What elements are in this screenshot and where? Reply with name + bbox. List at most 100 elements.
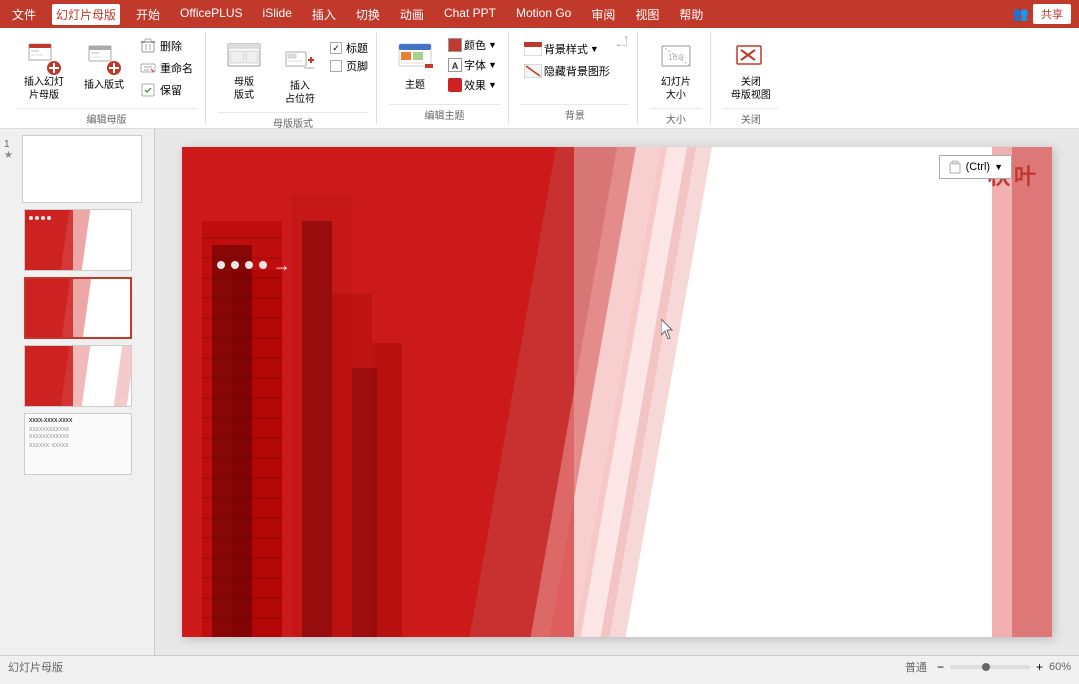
share-button[interactable]: 共享 (1033, 4, 1071, 24)
color-swatch (448, 38, 462, 52)
dot-1 (217, 261, 225, 269)
status-slide-info: 幻灯片母版 (8, 659, 63, 675)
zoom-controls: − + 60% (935, 660, 1071, 674)
cursor (661, 319, 677, 339)
theme-icon (397, 40, 433, 76)
color-row[interactable]: 颜色 ▼ (445, 36, 500, 54)
bg-style-dropdown: ▼ (590, 44, 599, 54)
ribbon-group-edit-master-inner: 插入幻灯片母版 插入 (16, 32, 197, 106)
tab-islide[interactable]: iSlide (259, 4, 296, 25)
effect-row[interactable]: 效果 ▼ (445, 76, 500, 94)
close-master-icon (733, 40, 769, 76)
slide-img-3[interactable] (24, 277, 132, 339)
title-checkbox[interactable] (330, 42, 342, 54)
background-group-label: 背景 (521, 104, 629, 124)
font-swatch: A (448, 58, 462, 72)
tab-home[interactable]: 开始 (132, 4, 164, 25)
tab-slidemaster[interactable]: 幻灯片母版 (52, 4, 120, 25)
insert-layout-button[interactable]: 插入版式 (76, 36, 132, 95)
slide-img-1[interactable] (22, 135, 142, 203)
slide-canvas[interactable]: → 秋叶 (Ctrl) ▼ (182, 147, 1052, 637)
delete-icon (140, 38, 156, 54)
rename-icon (140, 60, 156, 76)
footer-check[interactable]: 页脚 (330, 58, 368, 74)
slide-size-button[interactable]: 16:9 幻灯片大小 (650, 36, 702, 106)
ribbon: 插入幻灯片母版 插入 (0, 28, 1079, 129)
canvas-area: → 秋叶 (Ctrl) ▼ (155, 129, 1079, 655)
ribbon-group-size-inner: 16:9 幻灯片大小 (650, 32, 702, 106)
ribbon-content: 插入幻灯片母版 插入 (0, 28, 1079, 128)
status-bar: 幻灯片母版 普通 − + 60% (0, 655, 1079, 677)
cursor-icon (661, 319, 677, 339)
footer-check-label: 页脚 (346, 58, 368, 74)
tab-motiongo[interactable]: Motion Go (512, 4, 575, 25)
paste-dropdown-icon: ▼ (994, 162, 1003, 172)
tab-review[interactable]: 审阅 (587, 4, 619, 25)
delete-label: 删除 (160, 38, 182, 54)
title-check-label: 标题 (346, 40, 368, 56)
insert-slide-master-button[interactable]: 插入幻灯片母版 (16, 36, 72, 106)
tab-officeplus[interactable]: OfficePLUS (176, 4, 246, 25)
slide-thumb-1: 1 ★ (4, 135, 150, 203)
tab-file[interactable]: 文件 (8, 4, 40, 25)
edit-master-right: 删除 重命名 (136, 36, 197, 100)
zoom-out-button[interactable]: − (935, 660, 946, 674)
hide-bg-row[interactable]: 隐藏背景图形 (521, 62, 613, 80)
footer-checkbox[interactable] (330, 60, 342, 72)
tab-help[interactable]: 帮助 (675, 4, 707, 25)
color-label: 颜色 (464, 37, 486, 53)
background-expander[interactable] (617, 36, 629, 46)
background-btns: 背景样式 ▼ 隐藏背景图形 (521, 36, 613, 80)
edit-theme-group-label: 编辑主题 (389, 104, 500, 124)
size-group-label: 大小 (650, 108, 702, 128)
insert-layout-icon (86, 40, 122, 76)
title-check[interactable]: 标题 (330, 40, 368, 56)
tab-animation[interactable]: 动画 (396, 4, 428, 25)
tab-view[interactable]: 视图 (631, 4, 663, 25)
delete-button[interactable]: 删除 (136, 36, 197, 56)
ribbon-group-master-layout-inner: 母版版式 插入占位符 (218, 32, 368, 110)
paste-label: (Ctrl) (966, 161, 990, 173)
zoom-slider-track[interactable] (950, 665, 1030, 669)
insert-layout-label: 插入版式 (84, 76, 124, 91)
close-master-button[interactable]: 关闭母版视图 (723, 36, 779, 106)
font-row[interactable]: A 字体 ▼ (445, 56, 500, 74)
dot-4 (259, 261, 267, 269)
zoom-slider-thumb[interactable] (982, 663, 990, 671)
paste-box[interactable]: (Ctrl) ▼ (939, 155, 1012, 179)
paste-icon (948, 160, 962, 174)
ribbon-group-close-inner: 关闭母版视图 (723, 32, 779, 106)
ribbon-group-edit-theme: 主题 颜色 ▼ A 字体 ▼ 效果 (381, 32, 509, 124)
bg-style-row[interactable]: 背景样式 ▼ (521, 40, 613, 58)
slide-img-5[interactable]: XXXX-XXXX-XXXX XXXXXXXXXXXX XXXXXXXXXXXX… (24, 413, 132, 475)
theme-button[interactable]: 主题 (389, 36, 441, 95)
preserve-label: 保留 (160, 82, 182, 98)
tab-switch[interactable]: 切换 (352, 4, 384, 25)
ribbon-group-master-layout: 母版版式 插入占位符 (210, 32, 377, 124)
preserve-icon (140, 82, 156, 98)
ribbon-group-background-inner: 背景样式 ▼ 隐藏背景图形 (521, 32, 629, 102)
ribbon-group-edit-master: 插入幻灯片母版 插入 (8, 32, 206, 124)
zoom-in-button[interactable]: + (1034, 660, 1045, 674)
slide-img-4[interactable] (24, 345, 132, 407)
font-label: 字体 (464, 57, 486, 73)
tab-insert[interactable]: 插入 (308, 4, 340, 25)
expand-icon (617, 36, 627, 46)
tab-chatppt[interactable]: Chat PPT (440, 4, 500, 25)
color-dropdown-icon: ▼ (488, 40, 497, 50)
status-right: 普通 − + 60% (905, 659, 1071, 675)
title-bar-tabs: 文件 幻灯片母版 开始 OfficePLUS iSlide 插入 切换 动画 C… (8, 4, 707, 25)
slide-thumb-4 (4, 345, 150, 407)
insert-placeholder-button[interactable]: 插入占位符 (274, 40, 326, 110)
insert-placeholder-label: 插入占位符 (285, 80, 315, 106)
master-layout-button[interactable]: 母版版式 (218, 36, 270, 106)
master-layout-icon (226, 40, 262, 76)
paste-indicator[interactable]: (Ctrl) ▼ (939, 155, 1012, 179)
hide-bg-label: 隐藏背景图形 (544, 63, 610, 79)
edit-master-group-label: 编辑母版 (16, 108, 197, 128)
hide-bg-icon (524, 64, 542, 78)
dots-arrow: → (217, 255, 291, 276)
rename-button[interactable]: 重命名 (136, 58, 197, 78)
slide-img-2[interactable] (24, 209, 132, 271)
preserve-button[interactable]: 保留 (136, 80, 197, 100)
